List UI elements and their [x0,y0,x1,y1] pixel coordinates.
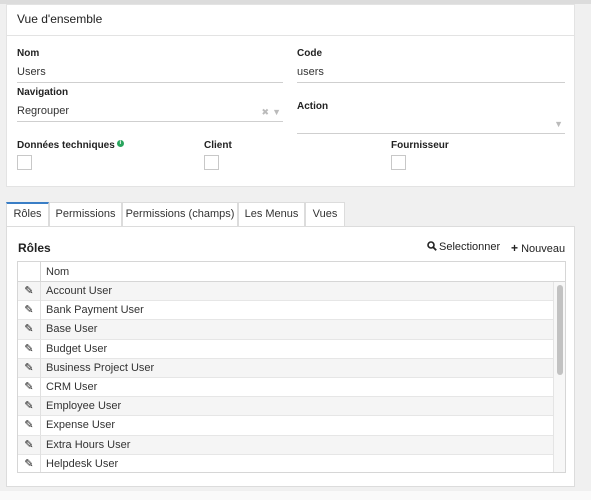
overview-panel: Vue d'ensemble Nom Users Code users Navi… [6,4,575,187]
table-row[interactable]: ✎ Business Project User [18,358,553,378]
role-name-cell: Helpdesk User [46,457,119,470]
pencil-icon[interactable]: ✎ [18,454,41,472]
add-button-label: Nouveau [521,243,566,255]
role-name-cell: CRM User [46,380,98,393]
bottom-bar [0,491,591,500]
donnees-techniques-label: Données techniques i [17,140,124,151]
pencil-icon[interactable]: ✎ [18,397,41,417]
overview-title: Vue d'ensemble [7,5,574,36]
pencil-icon[interactable]: ✎ [18,282,41,301]
role-name-cell: Account User [46,285,113,297]
select-button[interactable]: Selectionner [427,241,500,253]
column-header-nom[interactable]: Nom [46,266,69,278]
role-name-cell: Budget User [46,342,108,355]
roles-grid: Nom ✎ Account User ✎ Bank Payment User ✎ Ba… [17,261,566,473]
roles-panel: Rôles Selectionner + Nouveau Nom ✎ Accoun… [6,226,575,487]
table-row[interactable]: ✎ Extra Hours User [18,435,553,455]
nom-label: Nom [17,48,40,59]
code-label: Code [297,48,322,59]
tab-permissions[interactable]: Permissions [49,202,122,226]
tab-vues[interactable]: Vues [305,202,345,226]
role-name-cell: Bank Payment User [46,304,144,317]
action-label: Action [297,101,329,112]
role-name-cell: Employee User [46,400,122,413]
pencil-icon[interactable]: ✎ [18,320,41,340]
pencil-icon[interactable]: ✎ [18,339,41,359]
vertical-scrollbar[interactable] [553,282,565,472]
nom-field[interactable]: Users [17,65,283,83]
table-row[interactable]: ✎ CRM User [18,377,553,398]
table-row[interactable]: ✎ Budget User [18,339,553,359]
fournisseur-label: Fournisseur [391,140,449,151]
role-name-cell: Base User [46,323,98,336]
action-select[interactable]: ▼ [297,116,565,134]
pencil-icon[interactable]: ✎ [18,377,41,397]
table-row[interactable]: ✎ Account User [18,282,553,302]
plus-icon: + [511,241,519,255]
pencil-icon[interactable]: ✎ [18,358,41,378]
info-icon: i [116,140,124,147]
navigation-value: Regrouper [17,105,69,117]
pencil-icon[interactable]: ✎ [18,416,41,436]
tab-les-menus[interactable]: Les Menus [238,202,305,226]
clear-icon[interactable]: ✖ [262,107,270,117]
tab-roles[interactable]: Rôles [6,202,49,226]
table-row[interactable]: ✎ Helpdesk User [18,454,553,472]
pencil-icon[interactable]: ✎ [18,435,41,455]
donnees-techniques-text: Données techniques [17,140,115,151]
grid-rows: ✎ Account User ✎ Bank Payment User ✎ Base U… [18,282,553,472]
add-button[interactable]: + Nouveau [511,241,565,255]
table-row[interactable]: ✎ Bank Payment User [18,301,553,321]
table-row[interactable]: ✎ Base User [18,320,553,340]
search-icon [427,241,437,251]
chevron-down-icon[interactable]: ▼ [554,119,563,129]
table-row[interactable]: ✎ Employee User [18,397,553,417]
chevron-down-icon[interactable]: ▼ [272,107,281,117]
scrollbar-thumb[interactable] [557,285,563,375]
navigation-select[interactable]: Regrouper ✖ ▼ [17,104,283,122]
nom-value: Users [17,66,46,78]
role-name-cell: Extra Hours User [46,438,131,451]
select-button-label: Selectionner [439,241,501,253]
code-value: users [297,66,324,78]
roles-panel-title: Rôles [18,241,51,255]
fournisseur-checkbox[interactable] [391,155,406,170]
tab-permissions-champs[interactable]: Permissions (champs) [122,202,238,226]
client-checkbox[interactable] [204,155,219,170]
donnees-techniques-checkbox[interactable] [17,155,32,170]
grid-header: Nom [18,262,565,282]
table-row[interactable]: ✎ Expense User [18,416,553,436]
client-label: Client [204,140,232,151]
role-name-cell: Business Project User [46,361,155,374]
code-field[interactable]: users [297,65,565,83]
pencil-icon[interactable]: ✎ [18,301,41,321]
role-name-cell: Expense User [46,419,116,432]
navigation-label: Navigation [17,87,69,98]
